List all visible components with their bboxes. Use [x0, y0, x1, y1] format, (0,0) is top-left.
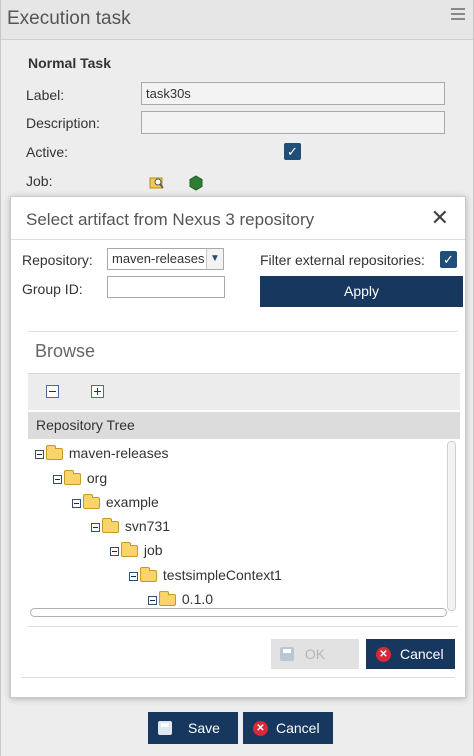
tree-toolbar	[28, 373, 460, 410]
cancel-icon: ✕	[253, 721, 268, 736]
tree-node-label: maven-releases	[68, 445, 169, 461]
save-button[interactable]: Save	[148, 712, 238, 744]
label-field-label: Label:	[26, 87, 65, 103]
chevron-down-icon[interactable]: ▼	[206, 249, 223, 269]
collapse-toggle-icon[interactable]	[35, 449, 44, 459]
repository-tree: maven-releases org example svn731 job te…	[28, 441, 460, 619]
apply-button[interactable]: Apply	[260, 276, 463, 307]
tree-node-label: svn731	[124, 518, 171, 534]
repository-select[interactable]: maven-releases ▼	[107, 248, 224, 270]
panel-title: Execution task	[7, 8, 131, 29]
dialog-cancel-label: Cancel	[400, 646, 444, 662]
nexus-hexagon-icon[interactable]	[188, 175, 204, 191]
panel-header: Execution task	[1, 0, 473, 40]
expand-all-icon[interactable]	[91, 385, 104, 398]
collapse-toggle-icon[interactable]	[129, 571, 138, 581]
folder-icon	[83, 494, 100, 510]
folder-icon	[159, 591, 176, 607]
ok-label: OK	[304, 646, 326, 662]
browse-divider	[28, 331, 458, 332]
dialog-cancel-button[interactable]: ✕ Cancel	[366, 639, 455, 669]
dialog-bottom-divider	[21, 677, 455, 678]
cancel-icon: ✕	[376, 647, 391, 662]
tree-horizontal-scrollbar[interactable]	[30, 608, 447, 617]
folder-icon	[140, 567, 157, 583]
collapse-toggle-icon[interactable]	[91, 522, 100, 532]
collapse-toggle-icon[interactable]	[110, 546, 119, 556]
menu-icon[interactable]	[451, 8, 465, 20]
description-input[interactable]	[141, 111, 445, 134]
tree-node[interactable]: org	[53, 470, 107, 490]
dialog-divider	[11, 239, 465, 240]
tree-node[interactable]: testsimpleContext1	[129, 567, 282, 587]
dialog-title: Select artifact from Nexus 3 repository	[26, 210, 315, 229]
job-field-label: Job:	[26, 173, 53, 189]
folder-icon	[121, 542, 138, 558]
repository-label: Repository:	[22, 252, 93, 268]
close-icon[interactable]: ✕	[431, 205, 449, 231]
folder-icon	[102, 518, 119, 534]
description-field-label: Description:	[26, 115, 100, 131]
collapse-toggle-icon[interactable]	[72, 498, 81, 508]
nexus-artifact-dialog: Select artifact from Nexus 3 repository …	[10, 196, 466, 698]
folder-icon	[46, 445, 63, 461]
dialog-footer-divider	[28, 626, 458, 627]
tree-column-header: Repository Tree	[28, 412, 460, 439]
tree-node[interactable]: job	[110, 542, 163, 562]
tree-node[interactable]: example	[72, 494, 159, 514]
ok-button[interactable]: OK	[271, 639, 359, 669]
collapse-toggle-icon[interactable]	[148, 595, 157, 605]
label-input[interactable]	[141, 82, 445, 105]
browse-title: Browse	[35, 341, 96, 361]
tree-node[interactable]: svn731	[91, 518, 170, 538]
tree-node-label: job	[143, 542, 163, 558]
filter-external-label: Filter external repositories:	[260, 252, 425, 268]
save-icon	[158, 721, 172, 735]
active-field-label: Active:	[26, 144, 69, 160]
tree-node-label: 0.1.0	[181, 591, 214, 607]
tree-node-label: org	[86, 470, 108, 486]
filter-external-checkbox[interactable]: ✓	[440, 251, 457, 268]
save-label: Save	[188, 720, 220, 736]
group-id-input[interactable]	[107, 276, 225, 298]
repository-select-value: maven-releases	[112, 251, 205, 266]
cancel-label: Cancel	[276, 720, 320, 736]
search-folder-icon[interactable]	[149, 174, 165, 190]
section-title: Normal Task	[28, 55, 111, 71]
save-icon	[280, 647, 294, 661]
folder-icon	[64, 470, 81, 486]
collapse-toggle-icon[interactable]	[53, 474, 62, 484]
tree-node[interactable]: maven-releases	[35, 445, 169, 465]
execution-task-panel: Execution task Normal Task Label: Descri…	[0, 0, 474, 756]
active-checkbox[interactable]: ✓	[284, 143, 301, 160]
collapse-all-icon[interactable]	[46, 385, 59, 398]
tree-vertical-scrollbar[interactable]	[447, 441, 456, 611]
cancel-button[interactable]: ✕ Cancel	[243, 712, 333, 744]
tree-node-label: testsimpleContext1	[162, 567, 282, 583]
group-id-label: Group ID:	[22, 281, 83, 297]
tree-node-label: example	[105, 494, 159, 510]
